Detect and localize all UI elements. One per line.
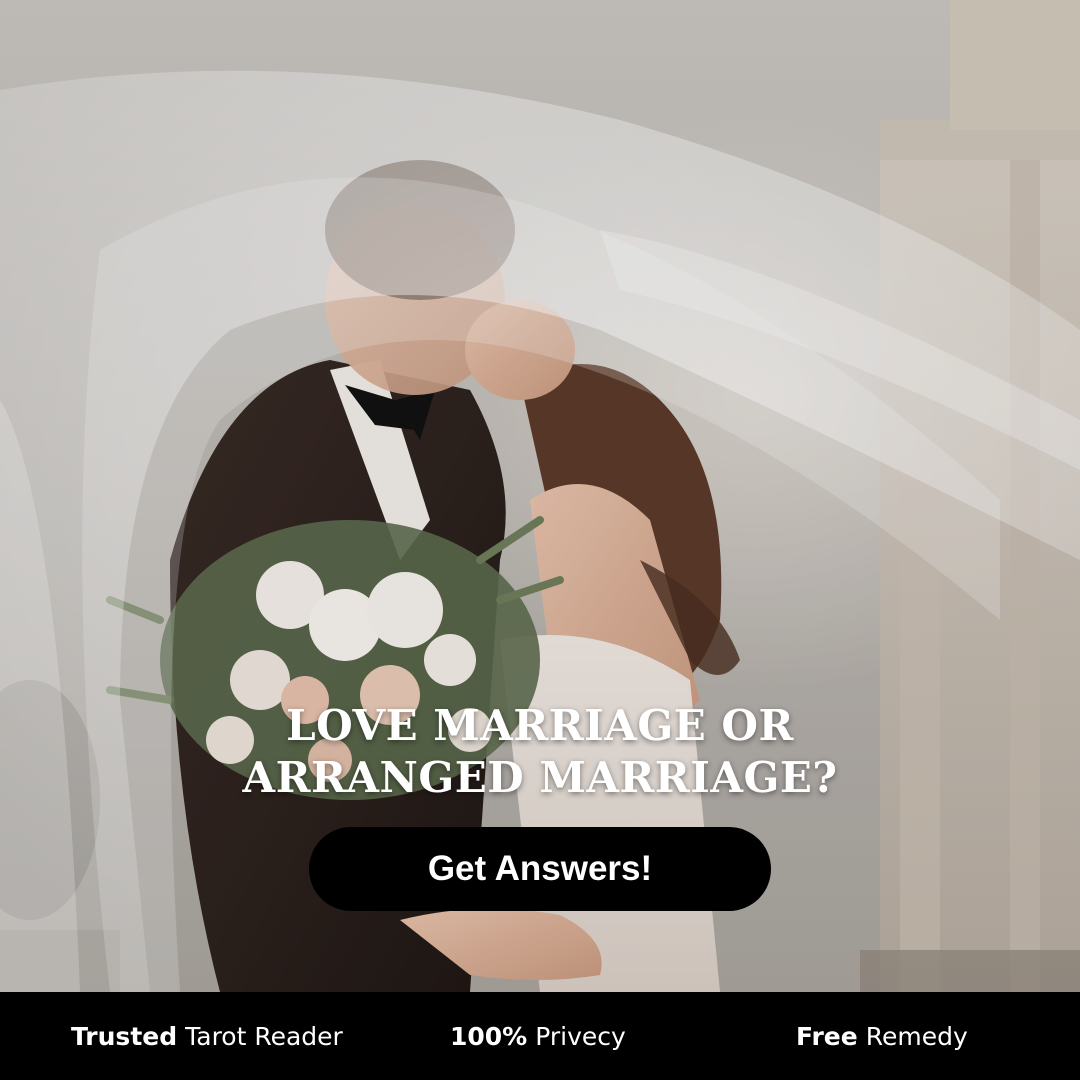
feature-privacy: 100% Privecy (450, 992, 626, 1080)
headline-line-2: ARRANGED MARRIAGE? (242, 753, 838, 802)
headline: LOVE MARRIAGE OR ARRANGED MARRIAGE? (0, 700, 1080, 804)
headline-line-1: LOVE MARRIAGE OR (286, 701, 794, 750)
get-answers-button[interactable]: Get Answers! (309, 827, 771, 911)
feature-3-text: Remedy (865, 1021, 968, 1051)
feature-1-bold: Trusted (71, 1021, 178, 1051)
feature-3-bold: Free (796, 1021, 858, 1051)
feature-1-text: Tarot Reader (185, 1021, 343, 1051)
feature-free-remedy: Free Remedy (796, 992, 968, 1080)
feature-2-text: Privecy (535, 1021, 626, 1051)
feature-2-bold: 100% (450, 1021, 528, 1051)
features-bar: Trusted Tarot Reader 100% Privecy Free R… (0, 992, 1080, 1080)
ad-banner: LOVE MARRIAGE OR ARRANGED MARRIAGE? Get … (0, 0, 1080, 1080)
feature-trusted-reader: Trusted Tarot Reader (71, 992, 343, 1080)
